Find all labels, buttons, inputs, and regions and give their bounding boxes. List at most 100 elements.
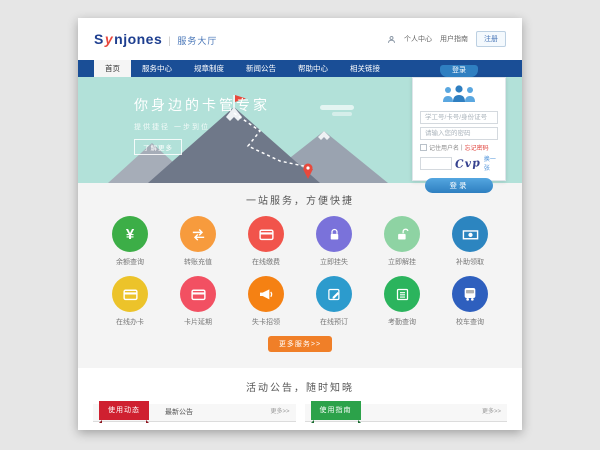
options-divider: | xyxy=(461,145,463,151)
register-button[interactable]: 注册 xyxy=(476,31,506,47)
header-links: 个人中心 用户指南 注册 xyxy=(387,31,506,47)
person-icon xyxy=(387,35,396,44)
service-item-school-bus[interactable]: 校车查询 xyxy=(436,276,504,327)
lock-icon xyxy=(327,227,342,242)
login-panel: 登录 记住用户名 | 忘记密码 xyxy=(412,77,506,181)
nav-item-home[interactable]: 首页 xyxy=(94,60,131,77)
service-label: 转账充值 xyxy=(164,257,232,267)
service-item-balance[interactable]: ¥ 余额查询 xyxy=(96,216,164,267)
login-tab[interactable]: 登录 xyxy=(440,65,478,77)
logo-accent-y: y xyxy=(105,31,113,47)
service-circle[interactable] xyxy=(452,216,488,252)
announcements-title: 活动公告，随时知晓 xyxy=(78,379,522,394)
more-services-button[interactable]: 更多服务>> xyxy=(268,336,332,352)
tab-usage-guide[interactable]: 使用指南 xyxy=(311,401,361,420)
service-item-payment[interactable]: 在线缴费 xyxy=(232,216,300,267)
yen-icon: ¥ xyxy=(126,226,134,243)
announcements-section: 活动公告，随时知晓 使用动态 最新公告 更多>> 使用指南 更多>> xyxy=(78,368,522,430)
service-label: 卡片延期 xyxy=(164,317,232,327)
hero-cta-button[interactable]: 了解更多 xyxy=(134,139,182,155)
service-label: 立即挂失 xyxy=(300,257,368,267)
login-options-row: 记住用户名 | 忘记密码 xyxy=(420,143,498,152)
service-circle[interactable] xyxy=(248,216,284,252)
service-circle[interactable] xyxy=(316,216,352,252)
service-label: 余额查询 xyxy=(96,257,164,267)
service-label: 立即解挂 xyxy=(368,257,436,267)
service-item-card-extension[interactable]: 卡片延期 xyxy=(164,276,232,327)
service-circle[interactable] xyxy=(384,216,420,252)
service-item-apply-card[interactable]: 在线办卡 xyxy=(96,276,164,327)
service-label: 校车查询 xyxy=(436,317,504,327)
captcha-row: Cvp 换一张 xyxy=(420,154,498,172)
page-card: Synjones | 服务大厅 个人中心 用户指南 注册 首页 服务中心 规章制… xyxy=(78,18,522,430)
remember-label: 记住用户名 xyxy=(429,143,459,152)
hero-title: 你身边的卡管专家 xyxy=(134,95,270,115)
captcha-image: Cvp xyxy=(455,156,482,171)
service-circle[interactable] xyxy=(316,276,352,312)
bus-icon xyxy=(462,286,478,302)
service-item-attendance[interactable]: 考勤查询 xyxy=(368,276,436,327)
service-circle[interactable] xyxy=(180,216,216,252)
more-link-right[interactable]: 更多>> xyxy=(482,404,501,421)
bank-card-icon xyxy=(122,286,139,303)
login-submit-button[interactable]: 登录 xyxy=(425,178,494,193)
logo: Synjones | 服务大厅 xyxy=(94,31,217,47)
service-circle[interactable] xyxy=(112,276,148,312)
login-form: 记住用户名 | 忘记密码 Cvp 换一张 登录 xyxy=(412,77,506,181)
transfer-arrows-icon xyxy=(190,226,207,243)
service-label: 在线办卡 xyxy=(96,317,164,327)
service-circle[interactable] xyxy=(248,276,284,312)
tab-usage-news[interactable]: 使用动态 xyxy=(99,401,149,420)
bank-card-icon xyxy=(190,286,207,303)
logo-text-rest: njones xyxy=(114,31,162,47)
remember-checkbox[interactable] xyxy=(420,144,427,151)
site-name: 服务大厅 xyxy=(177,34,217,47)
service-circle[interactable] xyxy=(452,276,488,312)
list-icon xyxy=(395,287,410,302)
users-group-icon xyxy=(420,84,498,107)
services-title: 一站服务，方便快捷 xyxy=(78,192,522,207)
personal-center-link[interactable]: 个人中心 xyxy=(404,34,432,44)
user-guide-link[interactable]: 用户指南 xyxy=(440,34,468,44)
tab-latest-announcements[interactable]: 最新公告 xyxy=(165,404,193,421)
forgot-password-link[interactable]: 忘记密码 xyxy=(465,143,489,152)
hero-banner: 你身边的卡管专家 提供捷径 一步到位 了解更多 登录 记住用户名 xyxy=(78,77,522,183)
banknote-icon xyxy=(462,226,479,243)
nav-item-help-center[interactable]: 帮助中心 xyxy=(287,60,339,77)
captcha-input[interactable] xyxy=(420,157,452,170)
service-label: 补助领取 xyxy=(436,257,504,267)
service-circle[interactable] xyxy=(180,276,216,312)
announcement-panel-left: 使用动态 最新公告 更多>> xyxy=(93,404,296,422)
service-item-subsidy[interactable]: 补助领取 xyxy=(436,216,504,267)
nav-item-links[interactable]: 相关链接 xyxy=(339,60,391,77)
hero-text: 你身边的卡管专家 提供捷径 一步到位 了解更多 xyxy=(134,95,270,155)
username-input[interactable] xyxy=(420,111,498,124)
logo-divider: | xyxy=(168,36,171,47)
service-item-report-loss[interactable]: 立即挂失 xyxy=(300,216,368,267)
service-label: 考勤查询 xyxy=(368,317,436,327)
service-item-cancel-loss[interactable]: 立即解挂 xyxy=(368,216,436,267)
service-circle[interactable]: ¥ xyxy=(112,216,148,252)
announcement-panels: 使用动态 最新公告 更多>> 使用指南 更多>> xyxy=(78,404,522,422)
captcha-refresh-link[interactable]: 换一张 xyxy=(484,154,498,172)
services-section: 一站服务，方便快捷 ¥ 余额查询 转账充值 在线缴费 xyxy=(78,183,522,368)
service-item-transfer[interactable]: 转账充值 xyxy=(164,216,232,267)
service-label: 在线预订 xyxy=(300,317,368,327)
logo-text: S xyxy=(94,31,104,47)
service-circle[interactable] xyxy=(384,276,420,312)
bank-card-icon xyxy=(258,226,275,243)
service-item-booking[interactable]: 在线预订 xyxy=(300,276,368,327)
more-link-left[interactable]: 更多>> xyxy=(270,404,289,421)
service-item-lost-found[interactable]: 失卡招领 xyxy=(232,276,300,327)
nav-item-service-center[interactable]: 服务中心 xyxy=(131,60,183,77)
service-label: 失卡招领 xyxy=(232,317,300,327)
megaphone-icon xyxy=(258,286,274,302)
nav-item-rules[interactable]: 规章制度 xyxy=(183,60,235,77)
edit-icon xyxy=(327,287,342,302)
password-input[interactable] xyxy=(420,127,498,140)
desktop-backdrop: Synjones | 服务大厅 个人中心 用户指南 注册 首页 服务中心 规章制… xyxy=(0,0,600,450)
hero-subtitle: 提供捷径 一步到位 xyxy=(134,122,270,132)
service-label: 在线缴费 xyxy=(232,257,300,267)
nav-item-news[interactable]: 新闻公告 xyxy=(235,60,287,77)
services-grid: ¥ 余额查询 转账充值 在线缴费 立即挂失 xyxy=(96,216,504,327)
